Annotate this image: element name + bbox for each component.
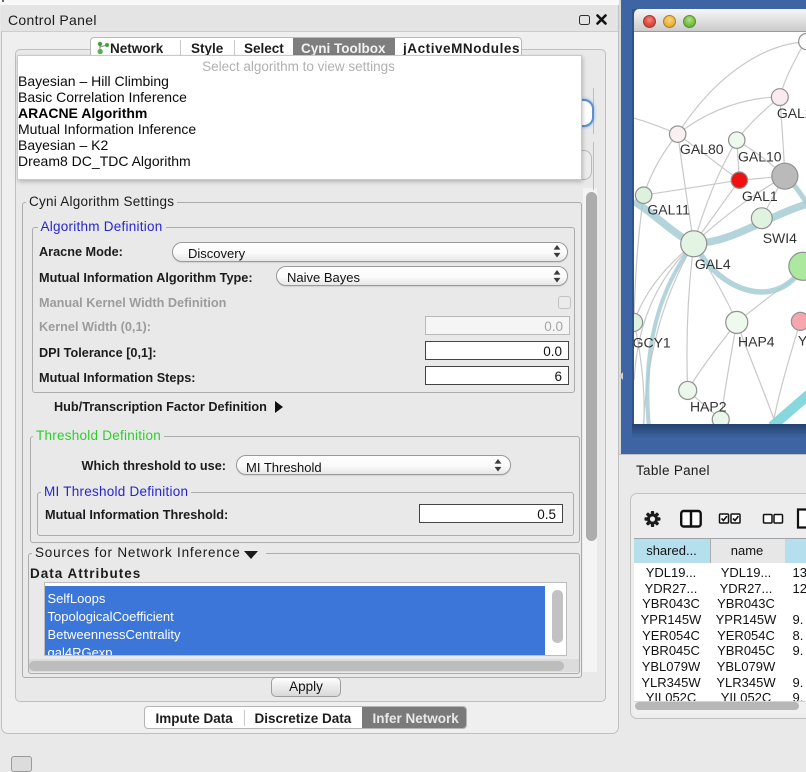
svg-text:HAP4: HAP4 bbox=[738, 333, 775, 349]
svg-text:GCY1: GCY1 bbox=[634, 334, 671, 350]
svg-text:GAL10: GAL10 bbox=[738, 149, 782, 165]
svg-text:GAL1: GAL1 bbox=[741, 188, 777, 204]
svg-text:GAL80: GAL80 bbox=[679, 141, 723, 157]
svg-text:GAL4: GAL4 bbox=[694, 256, 730, 272]
svg-text:YMR: YMR bbox=[797, 332, 806, 348]
svg-text:GAL2: GAL2 bbox=[776, 105, 806, 121]
svg-text:HAP2: HAP2 bbox=[689, 398, 726, 414]
svg-text:SWI4: SWI4 bbox=[762, 230, 796, 246]
svg-text:GAL11: GAL11 bbox=[647, 202, 690, 218]
